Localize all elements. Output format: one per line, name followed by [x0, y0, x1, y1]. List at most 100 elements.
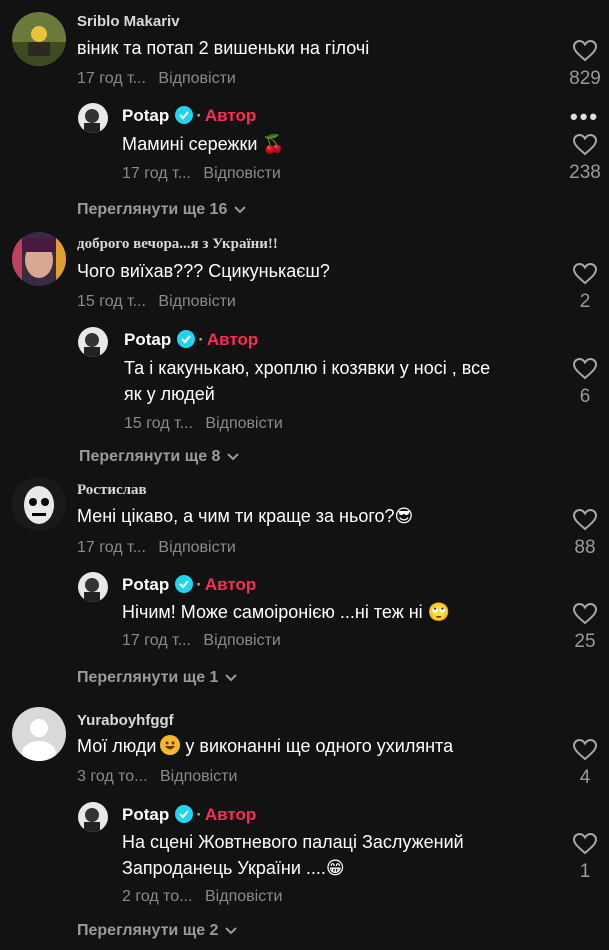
view-more-label: Переглянути ще 16 [77, 201, 228, 218]
verified-check-icon [177, 330, 196, 348]
view-more-label: Переглянути ще 2 [77, 922, 219, 939]
comment-meta: 3 год то... Відповісти [77, 768, 237, 786]
reply-button[interactable]: Відповісти [205, 888, 282, 905]
separator-dot: · [198, 330, 204, 349]
comment-time: 17 год т... [77, 539, 146, 556]
like-button[interactable]: 1 [563, 833, 607, 883]
heart-outline-icon [573, 263, 597, 285]
reply-button[interactable]: Відповісти [203, 165, 280, 182]
reply-button[interactable]: Відповісти [158, 70, 235, 87]
reply-author-label: Potap [124, 330, 172, 349]
heart-outline-icon [573, 358, 597, 380]
author-badge: Автор [204, 106, 257, 125]
reply-meta: 2 год то... Відповісти [122, 888, 282, 906]
like-button[interactable]: 238 [563, 134, 607, 184]
reply-meta: 15 год т... Відповісти [124, 415, 283, 433]
like-button[interactable]: 2 [563, 263, 607, 313]
view-more-replies-button[interactable]: Переглянути ще 2 [77, 922, 238, 940]
comment-text: віник та потап 2 вишеньки на гілочі [77, 38, 370, 58]
grinning-face-icon [160, 735, 181, 755]
reply-author-name[interactable]: Potap · Автор [124, 330, 258, 350]
heart-outline-icon [573, 509, 597, 531]
heart-outline-icon [573, 603, 597, 625]
reply-author-name[interactable]: Potap · Автор [122, 575, 256, 595]
reply-author-label: Potap [122, 106, 170, 125]
view-more-label: Переглянути ще 8 [79, 448, 221, 465]
like-count: 4 [579, 767, 591, 788]
comment-time: 17 год т... [77, 70, 146, 87]
heart-outline-icon [573, 134, 597, 156]
reply-text: Мамині сережки 🍒 [122, 134, 285, 154]
reply-author-name[interactable]: Potap · Автор [122, 805, 256, 825]
separator-dot: · [196, 575, 202, 594]
comment-text: Мені цікаво, а чим ти краще за нього?😎 [77, 506, 414, 526]
reply-author-label: Potap [122, 575, 170, 594]
avatar[interactable] [78, 572, 108, 602]
separator-dot: · [196, 805, 202, 824]
reply-author-name[interactable]: Potap · Автор [122, 106, 256, 126]
reply-button[interactable]: Відповісти [158, 539, 235, 556]
reply-time: 17 год т... [122, 632, 191, 649]
heart-outline-icon [573, 739, 597, 761]
comment-time: 3 год то... [77, 768, 148, 785]
chevron-down-icon [225, 927, 238, 935]
reply-meta: 17 год т... Відповісти [122, 165, 281, 183]
like-count: 2 [579, 291, 591, 312]
avatar[interactable] [12, 707, 66, 761]
reply-time: 2 год то... [122, 888, 193, 905]
more-dots-icon[interactable]: ••• [570, 104, 599, 130]
avatar[interactable] [12, 477, 66, 531]
reply-meta: 17 год т... Відповісти [122, 632, 281, 650]
comment-text: Мої люди у виконанні ще одного ухилянта [77, 733, 453, 759]
comment-text-part: у виконанні ще одного ухилянта [185, 736, 454, 756]
avatar[interactable] [78, 103, 108, 133]
avatar[interactable] [12, 232, 66, 286]
view-more-replies-button[interactable]: Переглянути ще 1 [77, 669, 238, 687]
comment-time: 15 год т... [77, 293, 146, 310]
like-button[interactable]: 829 [563, 40, 607, 90]
like-button[interactable]: 6 [563, 358, 607, 408]
like-count: 6 [579, 386, 591, 407]
comment-author-name[interactable]: Ростислав [77, 482, 147, 499]
like-button[interactable]: 4 [563, 739, 607, 789]
view-more-replies-button[interactable]: Переглянути ще 8 [79, 448, 240, 466]
reply-button[interactable]: Відповісти [160, 768, 237, 785]
reply-button[interactable]: Відповісти [203, 632, 280, 649]
chevron-down-icon [234, 206, 247, 214]
comment-author-name[interactable]: Yuraboyhfggf [77, 712, 174, 729]
chevron-down-icon [227, 453, 240, 461]
comment-text-part: Мої люди [77, 736, 157, 756]
verified-check-icon [175, 575, 194, 593]
reply-text: Та і какунькаю, хроплю і козявки у носі … [124, 358, 491, 378]
comment-meta: 15 год т... Відповісти [77, 293, 236, 311]
like-count: 238 [569, 162, 601, 183]
comment-author-name[interactable]: Sriblo Makariv [77, 13, 180, 30]
author-badge: Автор [206, 330, 259, 349]
avatar[interactable] [78, 327, 108, 357]
chevron-down-icon [225, 674, 238, 682]
verified-check-icon [175, 805, 194, 823]
view-more-label: Переглянути ще 1 [77, 669, 219, 686]
reply-button[interactable]: Відповісти [158, 293, 235, 310]
avatar[interactable] [12, 12, 66, 66]
verified-check-icon [175, 106, 194, 124]
like-button[interactable]: 25 [563, 603, 607, 653]
avatar[interactable] [78, 802, 108, 832]
author-badge: Автор [204, 805, 257, 824]
view-more-replies-button[interactable]: Переглянути ще 16 [77, 201, 247, 219]
reply-author-label: Potap [122, 805, 170, 824]
like-button[interactable]: 88 [563, 509, 607, 559]
like-count: 25 [574, 631, 596, 652]
separator-dot: · [196, 106, 202, 125]
reply-text: На сцені Жовтневого палаці Заслужений [122, 832, 464, 852]
reply-button[interactable]: Відповісти [205, 415, 282, 432]
comment-meta: 17 год т... Відповісти [77, 70, 236, 88]
reply-text: Нічим! Може самоіронією ...ні теж ні 🙄 [122, 602, 451, 622]
reply-time: 17 год т... [122, 165, 191, 182]
reply-text: як у людей [124, 384, 215, 404]
comment-author-name[interactable]: доброго вечора...я з України!! [77, 236, 278, 253]
heart-outline-icon [573, 833, 597, 855]
comment-meta: 17 год т... Відповісти [77, 539, 236, 557]
like-count: 1 [579, 861, 591, 882]
like-count: 88 [574, 537, 596, 558]
